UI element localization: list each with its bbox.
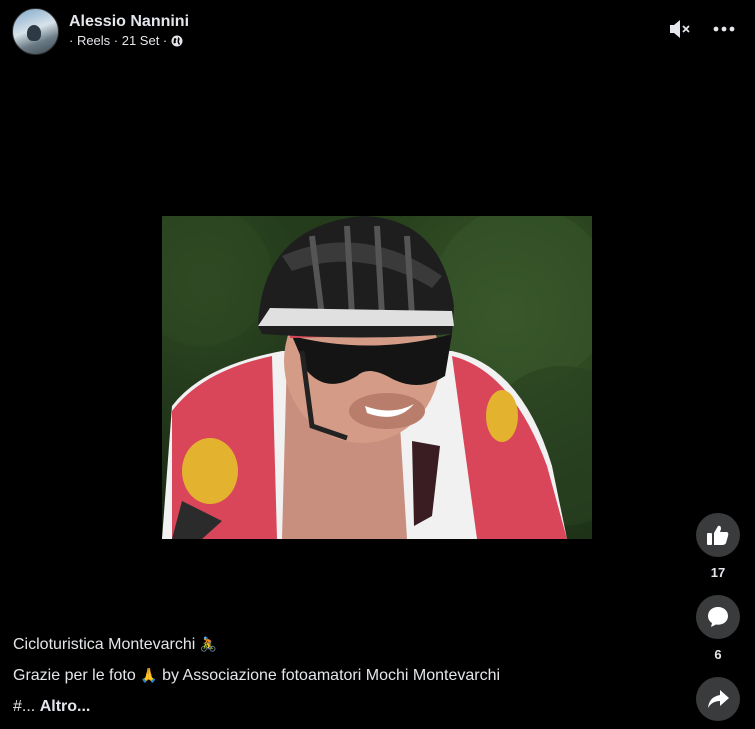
mute-button[interactable]	[667, 16, 693, 42]
side-actions: 17 6	[695, 513, 741, 721]
pray-emoji: 🙏	[140, 667, 158, 683]
caption-title: Cicloturistica Montevarchi	[13, 636, 196, 653]
see-more-link[interactable]: Altro...	[40, 698, 91, 715]
comment-count: 6	[714, 647, 722, 662]
post-sub-text[interactable]: · Reels · 21 Set ·	[69, 32, 167, 50]
share-button[interactable]	[696, 677, 740, 721]
mute-icon	[670, 20, 690, 38]
video-frame-illustration	[162, 216, 592, 539]
more-options-button[interactable]	[711, 16, 737, 42]
reel-video[interactable]	[162, 216, 592, 539]
comment-button[interactable]	[696, 595, 740, 639]
caption-line-2: Grazie per le foto 🙏 by Associazione fot…	[13, 660, 653, 691]
like-button[interactable]	[696, 513, 740, 557]
more-options-icon	[713, 26, 735, 32]
post-sub-info: · Reels · 21 Set ·	[69, 32, 189, 50]
caption-line-3: #... Altro...	[13, 691, 653, 722]
post-header: Alessio Nannini · Reels · 21 Set ·	[12, 7, 189, 55]
caption-thanks: Grazie per le foto	[13, 667, 136, 684]
author-name[interactable]: Alessio Nannini	[69, 12, 189, 32]
share-arrow-icon	[708, 690, 729, 708]
caption-hashtag: #...	[13, 698, 36, 715]
top-actions	[667, 16, 737, 42]
comment-icon	[708, 607, 728, 627]
caption-credit: by Associazione fotoamatori Mochi Montev…	[162, 667, 501, 684]
thumbs-up-icon	[707, 525, 729, 545]
globe-icon	[171, 35, 183, 47]
like-count: 17	[710, 565, 726, 580]
post-caption: Cicloturistica Montevarchi 🚴 Grazie per …	[13, 629, 653, 722]
cyclist-emoji: 🚴	[199, 636, 218, 652]
caption-line-1: Cicloturistica Montevarchi 🚴	[13, 629, 653, 660]
post-meta: Alessio Nannini · Reels · 21 Set ·	[69, 12, 189, 50]
avatar[interactable]	[12, 7, 59, 55]
